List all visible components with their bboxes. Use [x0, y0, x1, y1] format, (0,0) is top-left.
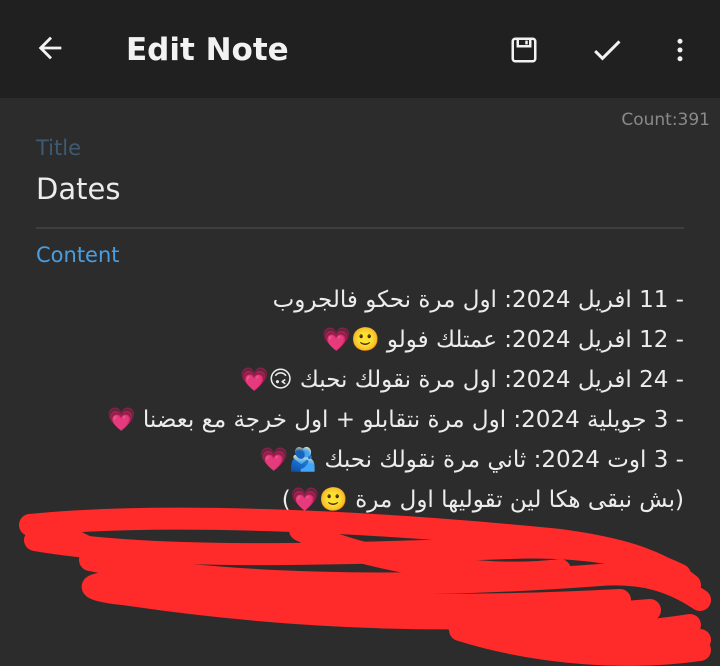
- back-button[interactable]: [30, 28, 70, 68]
- content-line: - 3 جويلية 2024: اول مرة نتقابلو + اول خ…: [106, 407, 684, 433]
- title-input[interactable]: Dates: [36, 172, 120, 206]
- page-title: Edit Note: [126, 32, 289, 68]
- confirm-button[interactable]: [584, 30, 630, 70]
- content-line: - 3 اوت 2024: ثاني مرة نقولك نحبك 🫂💗: [259, 447, 684, 473]
- content-line: (بش نبقى هكا لين تقوليها اول مرة 🙂💗): [281, 487, 684, 513]
- more-vertical-icon: [677, 38, 683, 62]
- content-line: - 12 افريل 2024: عمتلك فولو 🙂💗: [322, 327, 684, 353]
- content-line: - 11 افريل 2024: اول مرة نحكو فالجروب: [272, 287, 684, 313]
- content-input[interactable]: - 11 افريل 2024: اول مرة نحكو فالجروب - …: [20, 280, 684, 520]
- title-underline: [36, 227, 684, 229]
- check-icon: [594, 40, 621, 61]
- app-bar: Edit Note: [0, 0, 720, 98]
- more-options-button[interactable]: [662, 30, 698, 70]
- content-line: - 24 افريل 2024: اول مرة نقولك نحبك 🙃💗: [239, 367, 684, 393]
- character-count: Count:391: [621, 110, 710, 130]
- title-field-label: Title: [36, 136, 82, 160]
- arrow-left-icon: [38, 36, 62, 60]
- content-field-label: Content: [36, 243, 120, 267]
- save-icon: [511, 37, 537, 63]
- save-button[interactable]: [502, 30, 546, 70]
